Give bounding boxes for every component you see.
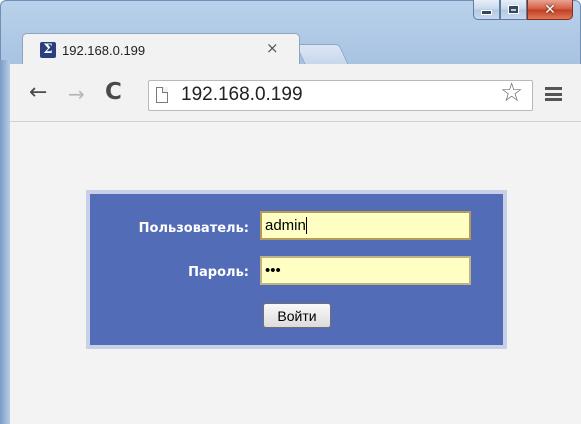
login-form: Пользователь: admin Пароль: ••• Войти [86, 190, 507, 349]
menu-icon[interactable] [545, 87, 562, 101]
menu-icon-bar [545, 87, 562, 90]
password-value: ••• [265, 262, 281, 279]
forward-arrow-icon[interactable]: → [68, 84, 85, 104]
username-label: Пользователь: [138, 221, 249, 236]
login-button[interactable]: Войти [263, 303, 331, 328]
favicon-icon: Σ [40, 42, 56, 58]
tab-title: 192.168.0.199 [62, 43, 146, 58]
tab-close-icon[interactable]: × [266, 41, 279, 56]
menu-icon-bar [545, 92, 562, 96]
reload-icon[interactable]: C [105, 81, 122, 104]
bookmark-star-icon[interactable]: ☆ [500, 80, 523, 106]
close-window-button[interactable]: ✕ [527, 0, 573, 20]
new-tab-button[interactable] [295, 44, 349, 65]
minimize-icon [481, 10, 492, 15]
window-frame-left [0, 60, 10, 424]
minimize-button[interactable] [473, 0, 500, 20]
address-bar-url[interactable]: 192.168.0.199 [181, 84, 303, 106]
login-panel: Пользователь: admin Пароль: ••• Войти [90, 194, 503, 345]
password-input[interactable]: ••• [260, 256, 471, 285]
text-caret [305, 217, 307, 234]
menu-icon-bar [545, 98, 562, 101]
close-icon: ✕ [544, 1, 556, 18]
back-arrow-icon[interactable]: ← [29, 82, 47, 104]
username-value: admin [265, 217, 306, 234]
maximize-icon [508, 5, 519, 14]
maximize-button[interactable] [500, 0, 527, 20]
username-input[interactable]: admin [260, 211, 471, 240]
page-icon [156, 87, 168, 103]
password-label: Пароль: [188, 265, 249, 280]
caption-buttons: ✕ [473, 0, 573, 20]
